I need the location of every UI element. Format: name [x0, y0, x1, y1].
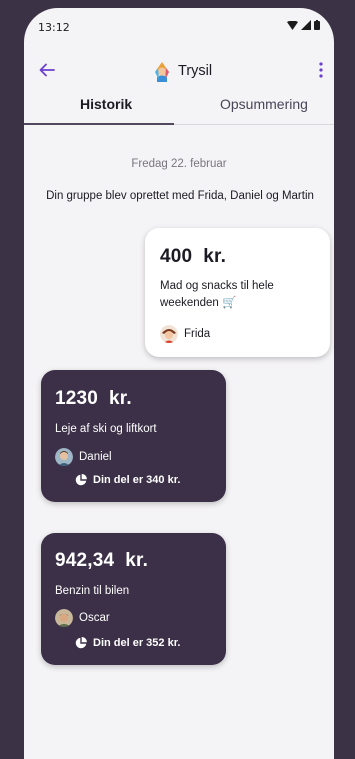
- expense-amount: 400 kr.: [160, 246, 227, 267]
- expense-description: Benzin til bilen: [55, 585, 130, 597]
- phone-screen: 13:12 Trysil Historik Opsummering Fredag…: [24, 8, 334, 759]
- tab-historik[interactable]: Historik: [80, 96, 132, 112]
- avatar-daniel: [55, 448, 73, 466]
- share-text: Din del er 340 kr.: [93, 474, 181, 486]
- status-bar: 13:12: [24, 8, 334, 46]
- share-text: Din del er 352 kr.: [93, 637, 181, 649]
- expense-amount: 1230 kr.: [55, 388, 132, 409]
- payer-name: Frida: [184, 328, 211, 340]
- payer-name: Oscar: [79, 612, 110, 624]
- expense-card[interactable]: 1230 kr. Leje af ski og liftkort Daniel …: [41, 370, 226, 502]
- status-icons: [287, 20, 320, 30]
- expense-payer: Oscar: [55, 609, 110, 627]
- payer-name: Daniel: [79, 451, 112, 463]
- group-created-message: Din gruppe blev oprettet med Frida, Dani…: [46, 190, 314, 202]
- more-vert-icon[interactable]: [316, 61, 326, 79]
- expense-amount: 942,34 kr.: [55, 550, 149, 571]
- expense-card[interactable]: 400 kr. Mad og snacks til hele weekenden…: [145, 228, 330, 357]
- battery-icon: [314, 20, 320, 30]
- signal-icon: [301, 20, 311, 30]
- expense-card[interactable]: 942,34 kr. Benzin til bilen Oscar Din de…: [41, 533, 226, 665]
- status-time: 13:12: [38, 21, 70, 34]
- your-share: Din del er 352 kr.: [75, 637, 180, 649]
- avatar-frida: [160, 325, 178, 343]
- expense-description: Leje af ski og liftkort: [55, 423, 157, 435]
- tab-indicator: [24, 123, 174, 125]
- tab-bar: Historik Opsummering: [24, 96, 334, 126]
- your-share: Din del er 340 kr.: [75, 474, 180, 486]
- date-label: Fredag 22. februar: [131, 158, 227, 170]
- group-avatar-icon: [155, 62, 169, 82]
- expense-description: Mad og snacks til hele weekenden 🛒: [160, 280, 274, 309]
- app-bar: Trysil: [24, 58, 334, 88]
- pie-chart-icon: [75, 637, 87, 649]
- page-title: Trysil: [178, 63, 213, 79]
- wifi-icon: [287, 20, 298, 30]
- group-title: Trysil: [152, 60, 212, 82]
- tab-opsummering[interactable]: Opsummering: [220, 96, 308, 112]
- pie-chart-icon: [75, 474, 87, 486]
- expense-payer: Frida: [160, 325, 210, 343]
- expense-payer: Daniel: [55, 448, 112, 466]
- avatar-oscar: [55, 609, 73, 627]
- back-arrow-icon[interactable]: [38, 61, 56, 79]
